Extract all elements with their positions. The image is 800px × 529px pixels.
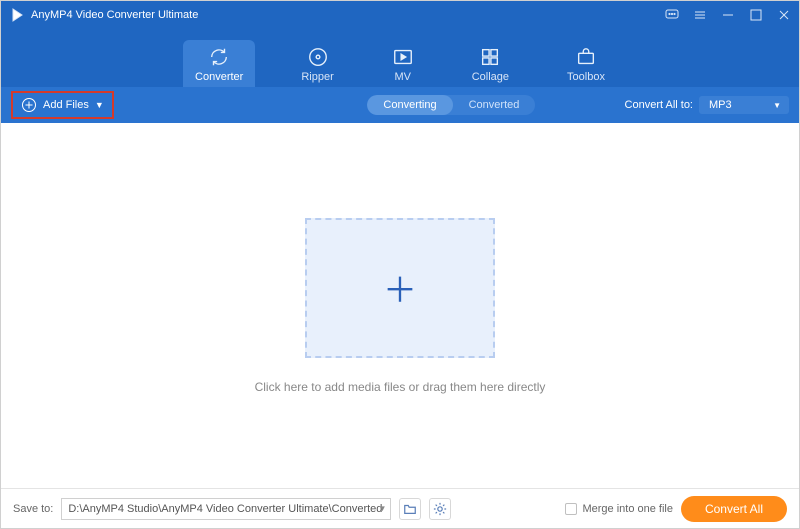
collage-icon bbox=[479, 46, 501, 68]
music-video-icon bbox=[392, 46, 414, 68]
subbar: Add Files ▼ Converting Converted Convert… bbox=[1, 87, 799, 123]
settings-button[interactable] bbox=[429, 498, 451, 520]
dropzone[interactable]: ＋ bbox=[305, 218, 495, 358]
conversion-status-tabs: Converting Converted bbox=[367, 95, 535, 115]
minimize-icon[interactable] bbox=[721, 8, 735, 22]
add-files-label: Add Files bbox=[43, 99, 89, 111]
chevron-down-icon: ▼ bbox=[378, 504, 386, 513]
tab-toolbox[interactable]: Toolbox bbox=[555, 40, 617, 87]
convert-all-to-label: Convert All to: bbox=[625, 99, 693, 111]
checkbox-icon bbox=[565, 503, 577, 515]
tab-label: Converter bbox=[195, 71, 243, 83]
main-tabs: Converter Ripper MV Collage Toolbox bbox=[1, 29, 799, 87]
save-path-field[interactable]: D:\AnyMP4 Studio\AnyMP4 Video Converter … bbox=[61, 498, 391, 520]
footer: Save to: D:\AnyMP4 Studio\AnyMP4 Video C… bbox=[1, 488, 799, 528]
app-window: AnyMP4 Video Converter Ultimate Converte… bbox=[0, 0, 800, 529]
drop-hint: Click here to add media files or drag th… bbox=[255, 380, 546, 394]
chevron-down-icon: ▼ bbox=[773, 101, 781, 110]
close-icon[interactable] bbox=[777, 8, 791, 22]
main-area: ＋ Click here to add media files or drag … bbox=[1, 123, 799, 488]
merge-label: Merge into one file bbox=[582, 503, 673, 515]
open-folder-button[interactable] bbox=[399, 498, 421, 520]
toolbox-icon bbox=[575, 46, 597, 68]
app-title: AnyMP4 Video Converter Ultimate bbox=[31, 9, 665, 21]
disc-icon bbox=[307, 46, 329, 68]
tab-ripper[interactable]: Ripper bbox=[289, 40, 345, 87]
feedback-icon[interactable] bbox=[665, 8, 679, 22]
output-format-value: MP3 bbox=[709, 99, 732, 111]
output-format-select[interactable]: MP3 ▼ bbox=[699, 96, 789, 114]
app-logo-icon bbox=[9, 7, 25, 23]
plus-circle-icon bbox=[21, 97, 37, 113]
save-path-value: D:\AnyMP4 Studio\AnyMP4 Video Converter … bbox=[68, 503, 382, 515]
window-controls bbox=[665, 8, 791, 22]
tab-label: Toolbox bbox=[567, 71, 605, 83]
convert-all-to: Convert All to: MP3 ▼ bbox=[625, 96, 789, 114]
tab-collage[interactable]: Collage bbox=[460, 40, 521, 87]
plus-icon: ＋ bbox=[383, 263, 417, 312]
convert-all-button[interactable]: Convert All bbox=[681, 496, 787, 522]
titlebar: AnyMP4 Video Converter Ultimate bbox=[1, 1, 799, 29]
menu-icon[interactable] bbox=[693, 8, 707, 22]
refresh-icon bbox=[208, 46, 230, 68]
tab-label: Ripper bbox=[301, 71, 333, 83]
save-to-label: Save to: bbox=[13, 503, 53, 515]
tab-label: Collage bbox=[472, 71, 509, 83]
add-files-button[interactable]: Add Files ▼ bbox=[11, 91, 114, 119]
tab-mv[interactable]: MV bbox=[380, 40, 426, 87]
tab-converter[interactable]: Converter bbox=[183, 40, 255, 87]
chevron-down-icon: ▼ bbox=[95, 100, 104, 110]
merge-checkbox[interactable]: Merge into one file bbox=[565, 503, 673, 515]
subtab-converted[interactable]: Converted bbox=[453, 95, 536, 115]
tab-label: MV bbox=[394, 71, 411, 83]
maximize-icon[interactable] bbox=[749, 8, 763, 22]
subtab-converting[interactable]: Converting bbox=[367, 95, 452, 115]
